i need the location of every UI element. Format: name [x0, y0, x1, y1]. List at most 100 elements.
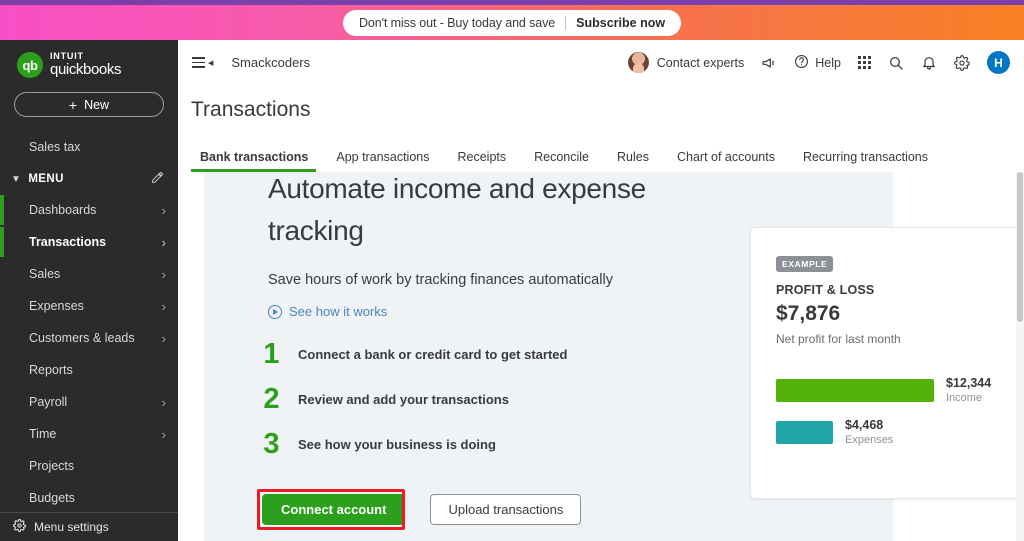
- tab-recurring-transactions[interactable]: Recurring transactions: [789, 150, 942, 172]
- pencil-icon[interactable]: [151, 171, 164, 187]
- hero-heading: Automate income and expense tracking: [268, 173, 646, 246]
- onboarding-steps: 1 Connect a bank or credit card to get s…: [262, 332, 567, 467]
- example-badge: EXAMPLE: [776, 256, 834, 272]
- expert-avatar: [627, 52, 649, 73]
- app-header: ◀ Smackcoders Contact experts Help H: [178, 40, 1024, 85]
- chevron-down-icon: ▼: [11, 173, 22, 185]
- profit-loss-amount: $7,876: [776, 302, 841, 325]
- chevron-right-icon: ›: [161, 426, 166, 442]
- sidebar-item-label: Payroll: [29, 395, 68, 409]
- sidebar-item-payroll[interactable]: Payroll ›: [0, 386, 178, 418]
- step-item: 3 See how your business is doing: [262, 422, 567, 467]
- tab-bank-transactions[interactable]: Bank transactions: [191, 150, 322, 172]
- hero-subheading: Save hours of work by tracking finances …: [268, 272, 613, 288]
- step-number: 1: [263, 338, 280, 370]
- chevron-right-icon: ›: [161, 394, 166, 410]
- income-value: $12,344: [946, 376, 992, 390]
- quickbooks-label: quickbooks: [50, 60, 122, 78]
- expenses-label: Expenses: [845, 433, 894, 446]
- notifications-bell-icon[interactable]: [921, 55, 937, 71]
- search-icon[interactable]: [888, 55, 904, 71]
- connect-account-button[interactable]: Connect account: [262, 494, 406, 525]
- promo-divider: [565, 15, 567, 30]
- sidebar-item-customers-leads[interactable]: Customers & leads ›: [0, 322, 178, 354]
- megaphone-icon[interactable]: [761, 55, 777, 71]
- sidebar-item-label: Projects: [29, 459, 75, 473]
- tab-chart-of-accounts[interactable]: Chart of accounts: [663, 150, 789, 172]
- sidebar-item-dashboards[interactable]: Dashboards ›: [0, 194, 178, 226]
- onboarding-panel: Automate income and expense tracking Sav…: [204, 172, 1024, 541]
- sidebar-item-label: Transactions: [29, 235, 107, 249]
- scrollbar-thumb[interactable]: [1017, 172, 1023, 322]
- help-button[interactable]: Help: [794, 54, 841, 72]
- tab-rules[interactable]: Rules: [603, 150, 663, 172]
- see-how-it-works-label: See how it works: [289, 304, 388, 319]
- income-label: Income: [946, 391, 983, 404]
- chevron-right-icon: ›: [161, 202, 166, 218]
- contact-experts-label: Contact experts: [656, 55, 745, 70]
- sidebar-item-reports[interactable]: Reports: [0, 354, 178, 386]
- sidebar-item-label: Reports: [29, 363, 73, 377]
- chevron-right-icon: ›: [161, 298, 166, 314]
- sidebar-item-label: Customers & leads: [29, 331, 135, 345]
- step-label: Review and add your transactions: [298, 392, 509, 407]
- page-title: Transactions: [191, 98, 311, 121]
- sidebar-item-label: Sales: [29, 267, 61, 281]
- sidebar-group-label: MENU: [28, 173, 64, 185]
- step-number: 2: [263, 383, 280, 415]
- sidebar: qb INTUIT quickbooks + New Sales tax ▼ M…: [0, 40, 178, 541]
- sidebar-item-budgets[interactable]: Budgets: [0, 482, 178, 514]
- subscribe-now-link[interactable]: Subscribe now: [576, 16, 665, 30]
- profit-loss-caption: Net profit for last month: [776, 332, 901, 346]
- profit-loss-example-card: EXAMPLE PROFIT & LOSS $7,876 Net profit …: [750, 227, 1024, 499]
- upload-transactions-button[interactable]: Upload transactions: [430, 494, 582, 525]
- contact-experts-button[interactable]: Contact experts: [627, 52, 745, 73]
- hamburger-icon: [192, 57, 205, 68]
- company-name[interactable]: Smackcoders: [231, 55, 310, 70]
- menu-settings-button[interactable]: Menu settings: [0, 512, 178, 541]
- expenses-bar-row: $4,468 Expenses: [776, 418, 893, 447]
- chevron-right-icon: ›: [161, 330, 166, 346]
- see-how-it-works-link[interactable]: See how it works: [268, 304, 387, 319]
- menu-settings-label: Menu settings: [34, 520, 109, 534]
- sidebar-toggle-button[interactable]: ◀: [192, 57, 213, 68]
- sidebar-group-menu[interactable]: ▼ MENU: [0, 164, 178, 194]
- new-button[interactable]: + New: [14, 92, 164, 117]
- help-circle-icon: [794, 54, 809, 72]
- tab-reconcile[interactable]: Reconcile: [520, 150, 603, 172]
- sidebar-item-sales-tax[interactable]: Sales tax: [0, 131, 178, 163]
- apps-grid-icon[interactable]: [858, 56, 871, 69]
- sidebar-item-label: Sales tax: [29, 140, 81, 154]
- collapse-arrow-icon: ◀: [208, 59, 214, 67]
- quickbooks-app-window: Don't miss out - Buy today and save Subs…: [0, 0, 1024, 541]
- vertical-scrollbar[interactable]: [1016, 172, 1024, 541]
- sidebar-item-transactions[interactable]: Transactions ›: [0, 226, 178, 258]
- income-bar-text: $12,344 Income: [946, 376, 991, 405]
- tab-app-transactions[interactable]: App transactions: [322, 150, 443, 172]
- promo-message: Don't miss out - Buy today and save: [358, 15, 556, 30]
- tab-receipts[interactable]: Receipts: [443, 150, 520, 172]
- gear-icon: [13, 519, 26, 535]
- step-item: 2 Review and add your transactions: [262, 377, 567, 422]
- sidebar-item-label: Budgets: [29, 491, 75, 505]
- sidebar-item-label: Expenses: [29, 299, 84, 313]
- step-item: 1 Connect a bank or credit card to get s…: [262, 332, 567, 377]
- app-header-actions: Contact experts Help H: [627, 51, 1024, 74]
- expenses-value: $4,468: [845, 418, 884, 432]
- settings-gear-icon[interactable]: [954, 54, 970, 71]
- income-bar-row: $12,344 Income: [776, 376, 991, 405]
- expenses-bar: [776, 421, 833, 445]
- quickbooks-logo[interactable]: qb INTUIT quickbooks: [0, 40, 178, 78]
- sidebar-item-time[interactable]: Time ›: [0, 418, 178, 450]
- step-label: Connect a bank or credit card to get sta…: [298, 347, 568, 362]
- profit-loss-title: PROFIT & LOSS: [776, 283, 875, 297]
- logo-wordmark: INTUIT quickbooks: [50, 51, 122, 78]
- sidebar-item-label: Dashboards: [29, 203, 97, 217]
- promo-pill[interactable]: Don't miss out - Buy today and save Subs…: [342, 9, 682, 36]
- user-avatar[interactable]: H: [987, 51, 1010, 74]
- sidebar-nav: Sales tax ▼ MENU Dashboards › Transactio…: [0, 131, 178, 514]
- sidebar-item-projects[interactable]: Projects: [0, 450, 178, 482]
- income-bar: [776, 379, 934, 403]
- sidebar-item-sales[interactable]: Sales ›: [0, 258, 178, 290]
- sidebar-item-expenses[interactable]: Expenses ›: [0, 290, 178, 322]
